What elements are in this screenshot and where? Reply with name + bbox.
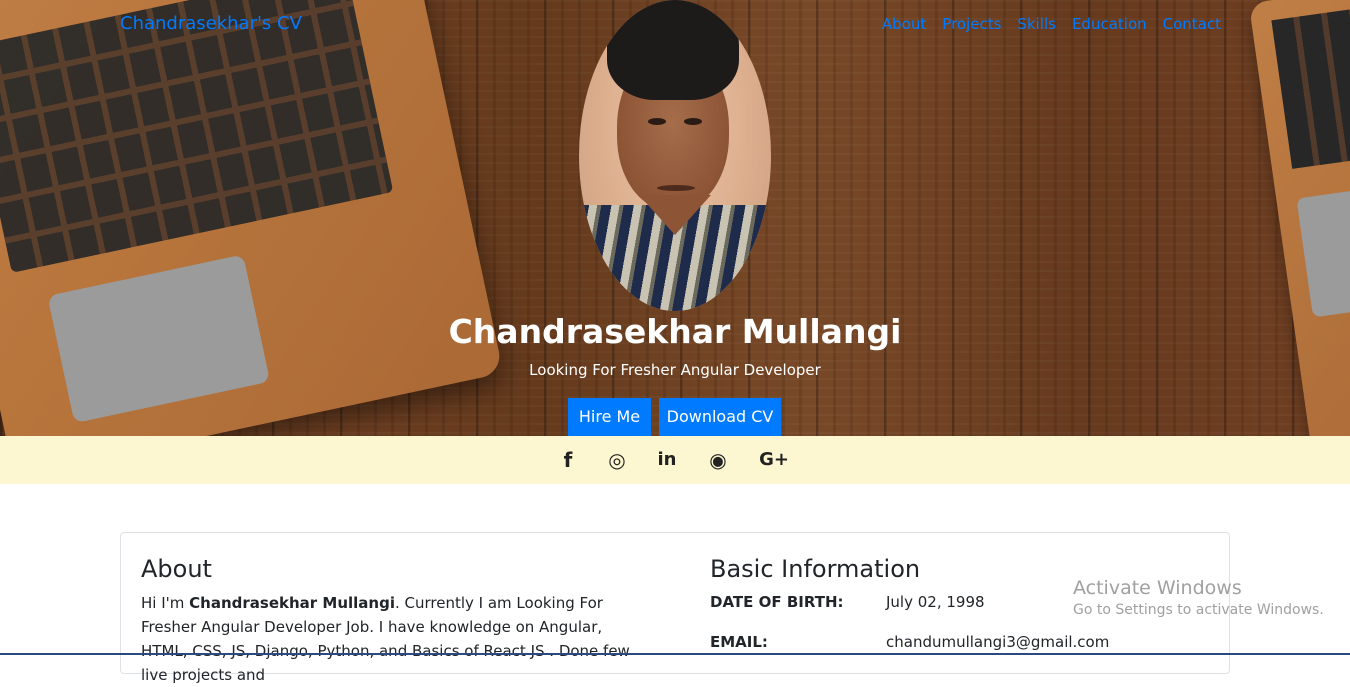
nav-link-education[interactable]: Education: [1072, 15, 1147, 33]
basic-info-heading: Basic Information: [710, 555, 921, 583]
top-nav: About Projects Skills Education Contact: [882, 15, 1221, 33]
about-intro: Hi I'm: [141, 594, 190, 612]
github-icon[interactable]: ◉: [707, 448, 729, 472]
info-label: DATE OF BIRTH:: [710, 593, 844, 611]
profile-eye-right: [684, 118, 702, 125]
profile-hair: [607, 0, 739, 100]
instagram-icon[interactable]: ◎: [606, 448, 628, 472]
nav-link-skills[interactable]: Skills: [1017, 15, 1056, 33]
social-bar: f ◎ in ◉ G+: [0, 436, 1350, 484]
profile-eye-left: [648, 118, 666, 125]
nav-link-projects[interactable]: Projects: [942, 15, 1001, 33]
info-value: July 02, 1998: [886, 593, 985, 611]
info-label: EMAIL:: [710, 633, 768, 651]
about-name-bold: Chandrasekhar Mullangi: [189, 594, 395, 612]
download-cv-button[interactable]: Download CV: [659, 398, 781, 436]
hero-name: Chandrasekhar Mullangi: [448, 312, 902, 351]
info-value: chandumullangi3@gmail.com: [886, 633, 1110, 651]
brand-link[interactable]: Chandrasekhar's CV: [120, 13, 302, 34]
activate-windows-title: Activate Windows: [1073, 577, 1242, 599]
hero-subtitle: Looking For Fresher Angular Developer: [529, 361, 821, 379]
google-plus-icon[interactable]: G+: [759, 448, 789, 472]
profile-photo: [579, 0, 771, 311]
hire-me-button[interactable]: Hire Me: [568, 398, 651, 436]
about-paragraph: Hi I'm Chandrasekhar Mullangi. Currently…: [141, 591, 641, 687]
activate-windows-subtitle: Go to Settings to activate Windows.: [1073, 602, 1324, 618]
about-heading: About: [141, 555, 212, 583]
profile-mouth: [657, 185, 695, 191]
linkedin-icon[interactable]: in: [656, 448, 678, 472]
facebook-icon[interactable]: f: [561, 448, 575, 472]
nav-link-about[interactable]: About: [882, 15, 926, 33]
hero-banner: Chandrasekhar's CV About Projects Skills…: [0, 0, 1350, 436]
nav-link-contact[interactable]: Contact: [1163, 15, 1221, 33]
